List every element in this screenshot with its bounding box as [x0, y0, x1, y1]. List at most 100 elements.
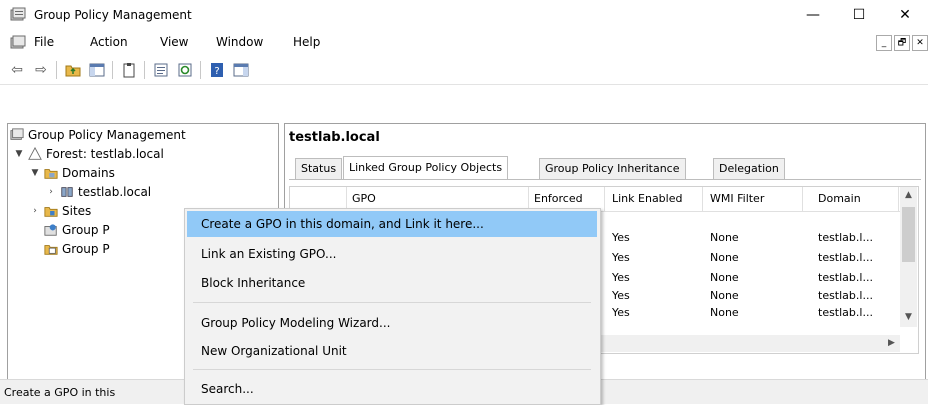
- results-icon: [44, 242, 58, 256]
- chevron-down-icon[interactable]: ▼: [14, 149, 24, 159]
- delete-button[interactable]: [118, 59, 140, 81]
- cell-link-enabled: Yes: [612, 289, 630, 302]
- tab-linked-gpos[interactable]: Linked Group Policy Objects: [343, 156, 509, 180]
- cell-domain: testlab.l...: [818, 231, 873, 244]
- tree-root-label: Group Policy Management: [28, 128, 186, 142]
- action-pane-icon: [233, 63, 249, 77]
- svg-text:?: ?: [214, 66, 219, 77]
- tab-status[interactable]: Status: [295, 158, 343, 179]
- tree-item-label: Group P: [62, 242, 110, 256]
- chevron-down-icon[interactable]: ▼: [30, 168, 40, 178]
- tree-item-label: Domains: [62, 166, 115, 180]
- tab-delegation[interactable]: Delegation: [713, 158, 785, 179]
- menu-file[interactable]: File: [34, 35, 54, 49]
- cell-link-enabled: Yes: [612, 271, 630, 284]
- tree-item-gp-results[interactable]: Group P: [44, 242, 110, 256]
- menu-separator: [193, 302, 591, 303]
- forward-button[interactable]: ⇨: [30, 59, 52, 81]
- tree-item-gp-modeling[interactable]: Group P: [44, 223, 110, 237]
- console-tree-icon: [89, 63, 105, 77]
- forest-icon: [28, 146, 42, 161]
- title-bar: Group Policy Management — ☐ ✕: [0, 0, 928, 30]
- refresh-icon: [178, 63, 192, 77]
- menu-item-modeling-wizard[interactable]: Group Policy Modeling Wizard...: [187, 310, 597, 336]
- domain-icon: [60, 185, 74, 199]
- column-header-link-enabled[interactable]: Link Enabled: [606, 187, 703, 211]
- folder-up-icon: [65, 65, 81, 77]
- cell-wmi-filter: None: [710, 251, 739, 264]
- maximize-button[interactable]: ☐: [836, 0, 882, 30]
- child-minimize-button[interactable]: _: [876, 35, 892, 51]
- toolbar-separator: [56, 61, 57, 79]
- cell-wmi-filter: None: [710, 289, 739, 302]
- menu-help[interactable]: Help: [293, 35, 320, 49]
- cell-link-enabled: Yes: [612, 231, 630, 244]
- tree-item-forest[interactable]: ▼ Forest: testlab.local: [14, 146, 164, 161]
- tab-underline: [289, 179, 921, 180]
- cell-domain: testlab.l...: [818, 251, 873, 264]
- domains-folder-icon: [44, 166, 58, 180]
- menu-item-new-ou[interactable]: New Organizational Unit: [187, 338, 597, 364]
- context-menu: Create a GPO in this domain, and Link it…: [184, 208, 601, 405]
- status-text: Create a GPO in this: [4, 386, 116, 399]
- forward-arrow-icon: ⇨: [35, 62, 47, 78]
- cell-wmi-filter: None: [710, 231, 739, 244]
- cell-link-enabled: Yes: [612, 306, 630, 319]
- cell-domain: testlab.l...: [818, 271, 873, 284]
- menu-item-create-gpo-and-link[interactable]: Create a GPO in this domain, and Link it…: [187, 211, 597, 237]
- cell-domain: testlab.l...: [818, 289, 873, 302]
- menu-separator: [193, 369, 591, 370]
- scroll-thumb[interactable]: [902, 207, 915, 262]
- minimize-button[interactable]: —: [790, 0, 836, 30]
- toolbar-separator: [200, 61, 201, 79]
- menu-item-link-existing-gpo[interactable]: Link an Existing GPO...: [187, 241, 597, 267]
- tree-item-sites[interactable]: › Sites: [30, 204, 91, 218]
- refresh-button[interactable]: [174, 59, 196, 81]
- scroll-up-icon[interactable]: ▲: [900, 187, 917, 204]
- cell-link-enabled: Yes: [612, 251, 630, 264]
- show-action-pane-button[interactable]: [230, 59, 252, 81]
- chevron-right-icon[interactable]: ›: [46, 187, 56, 197]
- tree-item-label: testlab.local: [78, 185, 152, 199]
- menu-item-search[interactable]: Search...: [187, 376, 597, 402]
- tree-item-label: Sites: [62, 204, 92, 218]
- menu-item-block-inheritance[interactable]: Block Inheritance: [187, 270, 597, 296]
- chevron-right-icon[interactable]: ›: [30, 206, 40, 216]
- child-restore-button[interactable]: 🗗: [894, 35, 910, 51]
- toolbar-separator: [144, 61, 145, 79]
- scroll-right-icon[interactable]: ▶: [883, 335, 900, 352]
- help-icon: ?: [211, 63, 223, 77]
- tree-item-label: Group P: [62, 223, 110, 237]
- toolbar: ⇦ ⇨ ?: [0, 56, 928, 85]
- vertical-scrollbar[interactable]: ▲ ▼: [900, 187, 917, 327]
- tab-gp-inheritance[interactable]: Group Policy Inheritance: [539, 158, 686, 179]
- properties-icon: [154, 63, 168, 77]
- show-tree-button[interactable]: [86, 59, 108, 81]
- column-header-wmi-filter[interactable]: WMI Filter: [704, 187, 803, 211]
- tree-item-domain[interactable]: › testlab.local: [46, 185, 151, 199]
- properties-button[interactable]: [150, 59, 172, 81]
- menu-window[interactable]: Window: [216, 35, 263, 49]
- scroll-down-icon[interactable]: ▼: [900, 309, 917, 326]
- app-icon: [10, 7, 26, 23]
- cell-wmi-filter: None: [710, 306, 739, 319]
- up-folder-button[interactable]: [62, 59, 84, 81]
- menu-action[interactable]: Action: [90, 35, 128, 49]
- child-close-button[interactable]: ✕: [912, 35, 928, 51]
- modeling-icon: [44, 223, 58, 237]
- gpmc-icon: [10, 128, 24, 142]
- menu-view[interactable]: View: [160, 35, 188, 49]
- sites-folder-icon: [44, 204, 58, 218]
- back-arrow-icon: ⇦: [11, 62, 23, 78]
- clipboard-icon: [123, 63, 135, 78]
- back-button[interactable]: ⇦: [6, 59, 28, 81]
- close-button[interactable]: ✕: [882, 0, 928, 30]
- menu-bar: File Action View Window Help _ 🗗 ✕: [0, 30, 928, 56]
- tree-item-domains[interactable]: ▼ Domains: [30, 166, 115, 180]
- help-button[interactable]: ?: [206, 59, 228, 81]
- toolbar-separator: [112, 61, 113, 79]
- page-title: testlab.local: [289, 130, 380, 145]
- tree-root[interactable]: Group Policy Management: [10, 128, 186, 142]
- column-header-domain[interactable]: Domain: [812, 187, 899, 211]
- cell-domain: testlab.l...: [818, 306, 873, 319]
